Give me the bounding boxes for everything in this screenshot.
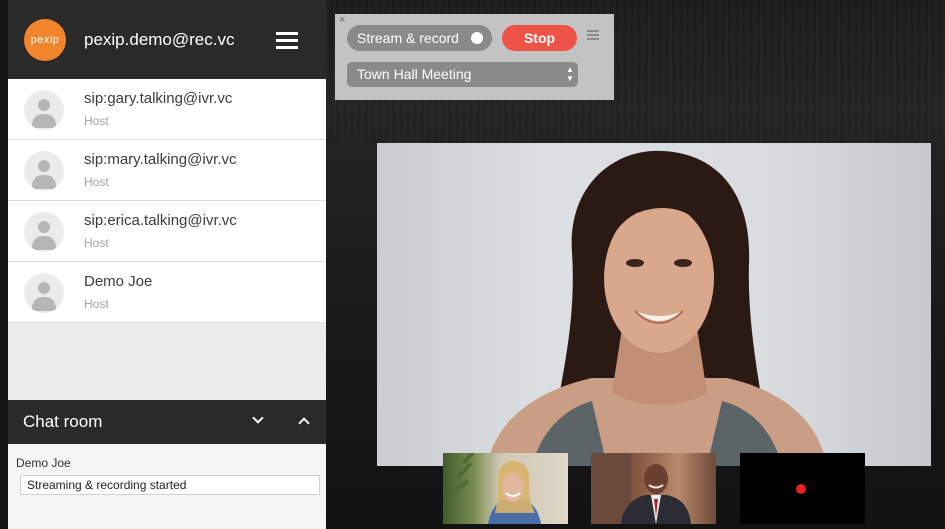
stream-record-toggle[interactable]: Stream & record: [347, 25, 492, 51]
participant-role: Host: [84, 297, 109, 311]
self-view-thumbnail[interactable]: [740, 453, 865, 524]
participant-thumbnail[interactable]: [591, 453, 716, 524]
participant-item[interactable]: sip:gary.talking@ivr.vc Host: [8, 79, 326, 140]
chat-title: Chat room: [23, 412, 103, 431]
pexip-logo: pexip: [24, 19, 66, 61]
chevron-up-icon[interactable]: [298, 417, 310, 429]
main-video-feed: [377, 143, 931, 466]
avatar-icon: [24, 273, 64, 313]
avatar-icon: [24, 90, 64, 130]
avatar-icon: [24, 151, 64, 191]
participant-item[interactable]: Demo Joe Host: [8, 262, 326, 323]
stream-control-panel: × Stream & record Stop Town Hall Meeting…: [335, 14, 614, 100]
stream-record-label: Stream & record: [357, 30, 459, 46]
chat-message-input[interactable]: [20, 475, 320, 495]
participant-role: Host: [84, 236, 109, 250]
participant-name: sip:gary.talking@ivr.vc: [84, 90, 233, 107]
participant-item[interactable]: sip:erica.talking@ivr.vc Host: [8, 201, 326, 262]
presenter-video-image: [487, 150, 827, 466]
sidebar: pexip pexip.demo@rec.vc sip:gary.talking…: [8, 0, 326, 529]
close-icon[interactable]: ×: [339, 15, 345, 26]
account-email: pexip.demo@rec.vc: [84, 30, 235, 49]
participant-name: sip:erica.talking@ivr.vc: [84, 212, 237, 229]
room-select-value: Town Hall Meeting: [357, 66, 472, 82]
participant-thumbnail-image: [451, 453, 541, 524]
participant-item[interactable]: sip:mary.talking@ivr.vc Host: [8, 140, 326, 201]
panel-menu-icon[interactable]: [587, 30, 599, 40]
toggle-knob: [471, 32, 483, 44]
chevron-down-icon[interactable]: [252, 412, 264, 424]
recording-dot-icon: [796, 484, 806, 494]
chat-body: Demo Joe: [8, 444, 326, 529]
room-select[interactable]: Town Hall Meeting ▲ ▼: [347, 62, 578, 87]
updown-arrows-icon: ▲ ▼: [566, 65, 574, 83]
participant-role: Host: [84, 175, 109, 189]
stop-button[interactable]: Stop: [502, 25, 577, 51]
participant-thumbnail-image: [591, 453, 691, 524]
chat-message-author: Demo Joe: [16, 456, 71, 470]
participant-list: sip:gary.talking@ivr.vc Host sip:mary.ta…: [8, 79, 326, 323]
avatar-icon: [24, 212, 64, 252]
chat-header: Chat room: [8, 400, 326, 444]
participant-name: Demo Joe: [84, 273, 153, 290]
participant-name: sip:mary.talking@ivr.vc: [84, 151, 237, 168]
hamburger-menu-icon[interactable]: [276, 32, 298, 49]
sidebar-header: pexip pexip.demo@rec.vc: [8, 0, 326, 79]
participant-role: Host: [84, 114, 109, 128]
participant-thumbnail[interactable]: [443, 453, 568, 524]
video-conference-app: pexip pexip.demo@rec.vc sip:gary.talking…: [0, 0, 945, 529]
